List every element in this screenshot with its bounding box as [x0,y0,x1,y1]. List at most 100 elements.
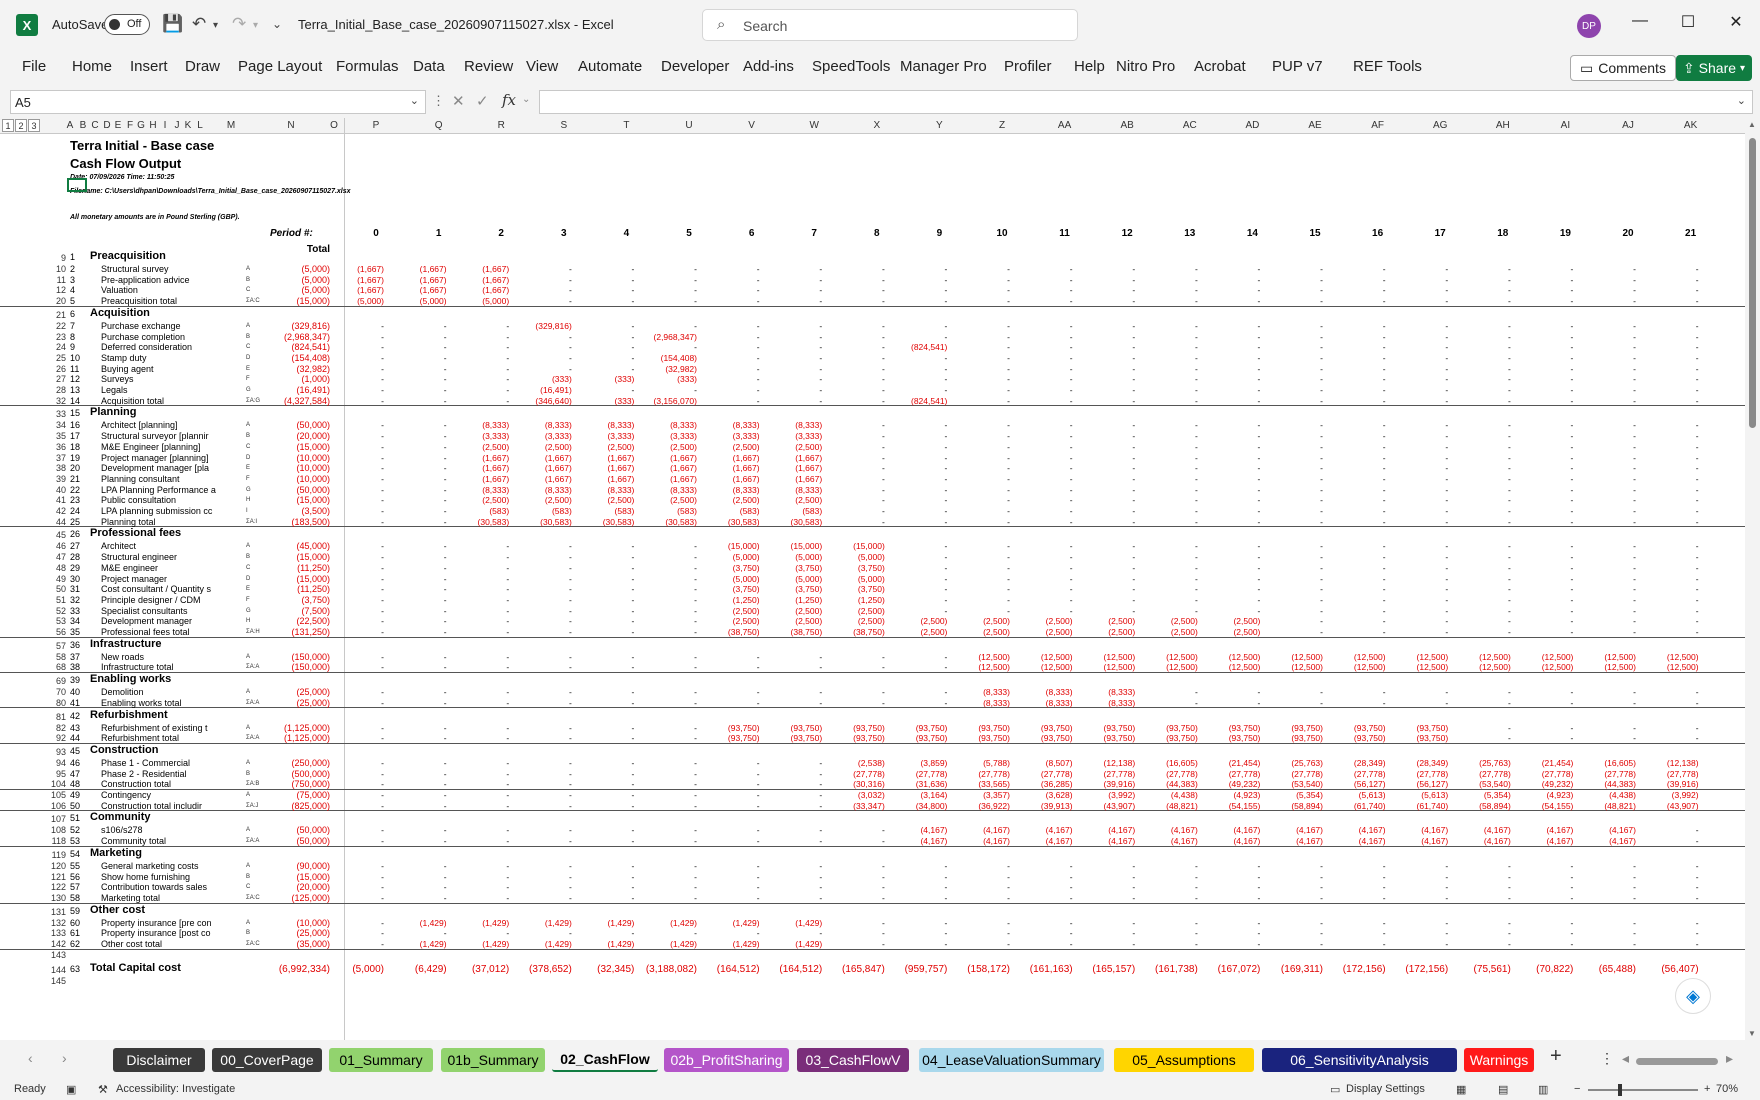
cell-value[interactable]: (25,763) [1267,758,1323,768]
cell-value[interactable]: - [766,801,822,811]
cell-value[interactable]: - [1079,939,1135,949]
cell-value[interactable]: - [641,342,697,352]
cell-value[interactable]: - [516,758,572,768]
cell-value[interactable]: - [328,928,384,938]
cell-value[interactable]: (49,232) [1204,779,1261,789]
cell-value[interactable]: (37,012) [453,964,509,975]
cell-value[interactable]: - [453,364,509,374]
cell-value[interactable]: (65,488) [1580,964,1636,975]
cell-value[interactable]: - [954,872,1010,882]
table-row[interactable]: 50 31 Cost consultant / Quantity s E (11,250… [0,584,1745,595]
cell-value[interactable]: - [391,758,447,768]
cell-value[interactable]: (2,500) [1142,627,1198,637]
cell-value[interactable]: - [1204,595,1261,605]
column-header-g[interactable]: G [136,120,146,131]
column-header-a[interactable]: A [65,120,75,131]
cell-value[interactable]: - [1392,442,1448,452]
cell-value[interactable]: - [641,652,697,662]
cell-value[interactable]: - [1643,321,1699,331]
cell-value[interactable]: (2,500) [704,606,760,616]
cell-value[interactable]: - [954,353,1010,363]
cell-value[interactable]: (2,500) [1079,627,1135,637]
cell-value[interactable]: - [391,801,447,811]
cell-value[interactable]: (12,500) [1643,652,1699,662]
cell-value[interactable]: - [328,606,384,616]
cell-value[interactable]: (1,250) [704,595,760,605]
cell-value[interactable]: - [453,606,509,616]
cell-value[interactable]: - [1643,552,1699,562]
table-row[interactable]: 23 8 Purchase completion B (2,968,347) - - - - -(… [0,332,1745,343]
cell-value[interactable]: - [1267,698,1323,708]
cell-value[interactable]: - [704,769,760,779]
cell-value[interactable]: - [328,918,384,928]
cell-value[interactable]: - [516,541,572,551]
table-row[interactable]: 25 10 Stamp duty D (154,408) - - - - - (154,408) - -… [0,353,1745,364]
cell-value[interactable]: (12,500) [1330,652,1386,662]
cell-value[interactable]: - [391,364,447,374]
cell-value[interactable]: - [391,790,447,800]
cell-value[interactable]: - [704,275,760,285]
cell-value[interactable]: (1,667) [328,285,384,295]
cell-value[interactable]: - [453,723,509,733]
cell-value[interactable]: - [1330,616,1386,626]
cell-value[interactable]: - [1017,396,1073,406]
total-row[interactable]: 32 14 Acquisition total ΣA:G (4,327,584) - - -(… [0,396,1745,407]
cell-value[interactable]: - [1330,574,1386,584]
cell-value[interactable]: - [1643,495,1699,505]
zoom-out-icon[interactable]: − [1574,1083,1580,1095]
cell-value[interactable]: - [1392,517,1448,527]
cell-value[interactable]: - [516,285,572,295]
cell-value[interactable]: (93,750) [1330,723,1386,733]
cell-value[interactable]: - [391,893,447,903]
cell-value[interactable]: (12,500) [1079,652,1136,662]
cell-value[interactable]: - [1142,574,1198,584]
next-sheet-icon[interactable]: › [62,1050,67,1066]
formula-input[interactable]: ⌄ [539,90,1753,114]
cell-value[interactable]: (2,500) [578,442,634,452]
cell-value[interactable]: - [1267,374,1323,384]
cell-value[interactable]: - [391,385,447,395]
cell-value[interactable]: (12,500) [1392,652,1449,662]
cell-value[interactable]: - [391,321,447,331]
cell-value[interactable]: - [453,616,509,626]
cell-value[interactable]: - [1455,552,1511,562]
cell-value[interactable]: - [1517,485,1574,495]
cell-value[interactable]: - [1142,296,1198,306]
cell-value[interactable]: - [1267,385,1323,395]
cell-value[interactable]: (39,913) [1017,801,1073,811]
cell-value[interactable]: (38,750) [829,627,885,637]
cell-value[interactable]: (3,628) [1017,790,1073,800]
cell-value[interactable]: - [1392,285,1448,295]
cell-value[interactable]: - [1330,285,1386,295]
cell-value[interactable]: - [1643,353,1699,363]
cell-value[interactable]: (959,757) [891,964,948,975]
cell-value[interactable]: - [578,606,635,616]
tab-05-assumptions[interactable]: 05_Assumptions [1114,1048,1254,1072]
cell-value[interactable]: - [391,374,447,384]
cell-value[interactable]: - [829,453,885,463]
cell-value[interactable]: (93,750) [1392,723,1449,733]
cell-value[interactable]: - [516,779,572,789]
cell-value[interactable]: - [1204,296,1261,306]
cell-value[interactable]: - [766,790,822,800]
cell-value[interactable]: - [1204,342,1261,352]
cell-value[interactable]: - [1643,893,1699,903]
cell-value[interactable]: (1,667) [641,463,697,473]
cell-value[interactable]: - [1643,275,1699,285]
cell-value[interactable]: - [954,342,1010,352]
cell-value[interactable]: - [829,321,885,331]
cell-value[interactable]: - [516,616,572,626]
cell-value[interactable]: - [1017,584,1073,594]
cell-value[interactable]: (12,500) [1267,662,1323,672]
cell-value[interactable]: (3,188,082) [641,964,697,975]
total-row[interactable]: 92 44 Refurbishment total ΣA:A (1,125,000) - -… [0,733,1745,744]
cell-value[interactable]: - [641,275,697,285]
cell-value[interactable]: (27,778) [1204,769,1261,779]
spreadsheet-grid[interactable]: 123 A B C D E F G H I J K L M N O P Q R S T U V W X Y Z AA AB AC AD AE… [0,118,1745,1040]
cell-value[interactable]: - [1580,606,1636,616]
cell-value[interactable]: - [704,928,760,938]
cell-value[interactable]: - [1517,474,1574,484]
cell-value[interactable]: - [1392,264,1448,274]
cell-value[interactable]: (27,778) [954,769,1010,779]
cell-value[interactable]: - [1142,332,1198,342]
